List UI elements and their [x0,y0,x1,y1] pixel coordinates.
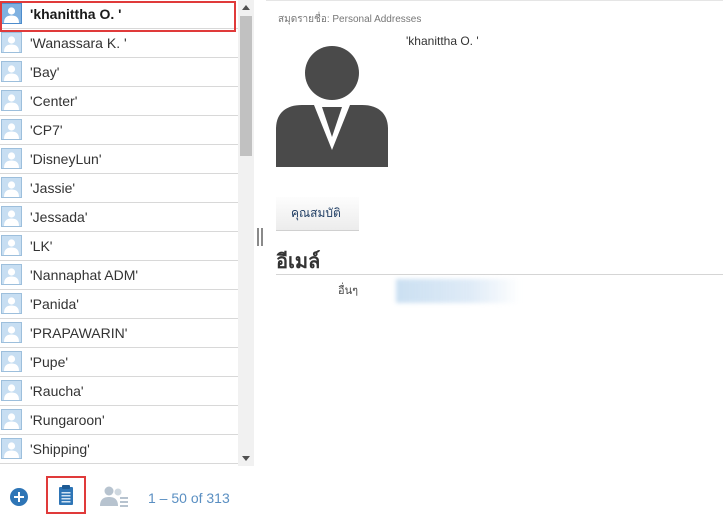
contact-name-label: 'Pupe' [30,354,69,370]
contact-list-item[interactable]: 'Panida' [0,290,238,319]
contact-list-item[interactable]: 'DisneyLun' [0,145,238,174]
contact-name-label: 'Wanassara K. ' [30,35,127,51]
scroll-down-button[interactable] [238,450,254,466]
list-toolbar: 1 – 50 of 313 [0,466,260,516]
contact-list-item[interactable]: 'Pupe' [0,348,238,377]
contact-name-label: 'Center' [30,93,78,109]
contact-list-item[interactable]: 'PRAPAWARIN' [0,319,238,348]
tab-properties-label: คุณสมบัติ [291,206,341,220]
person-avatar-icon [1,206,22,227]
contact-name-label: 'Bay' [30,64,60,80]
contact-name: 'khanittha O. ' [406,34,479,48]
people-group-icon [100,486,128,507]
scroll-thumb[interactable] [240,16,252,156]
contact-list-item[interactable]: 'Center' [0,87,238,116]
contact-list-pane: 'khanittha O. ' 'Wanassara K. ' 'Bay' 'Cent… [0,0,254,466]
address-book-label: สมุดรายชื่อ: Personal Addresses [278,14,422,25]
person-avatar-icon [1,90,22,111]
clipboard-button[interactable] [46,476,86,514]
email-other-label: อื่นๆ [338,285,359,297]
person-avatar-icon [276,46,388,167]
contact-detail-pane: สมุดรายชื่อ: Personal Addresses 'khanitt… [266,0,723,516]
contact-group-button[interactable] [98,484,130,508]
contact-list-item[interactable]: 'Bay' [0,58,238,87]
contact-name-label: 'Shipping' [30,441,90,457]
person-avatar-icon [1,264,22,285]
contact-name-label: 'DisneyLun' [30,151,102,167]
person-avatar-icon [1,293,22,314]
scroll-up-button[interactable] [238,0,254,16]
contact-name-label: 'Raucha' [30,383,84,399]
pagination-status: 1 – 50 of 313 [148,490,230,506]
contact-list-item[interactable]: 'Raucha' [0,377,238,406]
contact-list-item[interactable]: 'Jessada' [0,203,238,232]
contact-name-label: 'PRAPAWARIN' [30,325,128,341]
contact-name-label: 'Jassie' [30,180,76,196]
contact-list-scrollbar[interactable] [238,0,254,466]
clipboard-icon [59,485,73,505]
contact-name-label: 'Panida' [30,296,79,312]
contact-name-label: 'Rungaroon' [30,412,105,428]
contact-name-label: 'Jessada' [30,209,88,225]
contact-list-item[interactable]: 'khanittha O. ' [0,0,238,29]
contact-list-item[interactable]: 'CP7' [0,116,238,145]
person-avatar-icon [1,177,22,198]
person-avatar-icon [1,32,22,53]
person-avatar-icon [1,438,22,459]
contact-list-item[interactable]: 'LK' [0,232,238,261]
contact-name-label: 'LK' [30,238,53,254]
chevron-up-icon [242,5,250,10]
tab-properties[interactable]: คุณสมบัติ [276,197,359,231]
person-avatar-icon [1,380,22,401]
contact-name-label: 'khanittha O. ' [30,6,122,22]
profile-picture [276,45,388,167]
contact-list-item[interactable]: 'Nannaphat ADM' [0,261,238,290]
email-section-heading: อีเมล์ [276,251,321,273]
contact-list-item[interactable]: 'Rungaroon' [0,406,238,435]
section-divider [276,274,723,275]
chevron-down-icon [242,456,250,461]
contact-list-item[interactable]: 'Shipping' [0,435,238,464]
person-avatar-icon [1,409,22,430]
contact-list-item[interactable]: 'Jassie' [0,174,238,203]
person-avatar-icon [1,322,22,343]
person-avatar-icon [1,235,22,256]
email-other-value-redacted[interactable] [396,279,520,303]
contact-name-label: 'Nannaphat ADM' [30,267,139,283]
contact-list: 'khanittha O. ' 'Wanassara K. ' 'Bay' 'Cent… [0,0,238,466]
contact-name-label: 'CP7' [30,122,63,138]
person-avatar-icon [1,3,22,24]
person-avatar-icon [1,351,22,372]
add-contact-button[interactable] [10,488,28,506]
person-avatar-icon [1,148,22,169]
person-avatar-icon [1,61,22,82]
person-avatar-icon [1,119,22,140]
pane-splitter-handle[interactable] [257,228,263,246]
contact-list-item[interactable]: 'Wanassara K. ' [0,29,238,58]
